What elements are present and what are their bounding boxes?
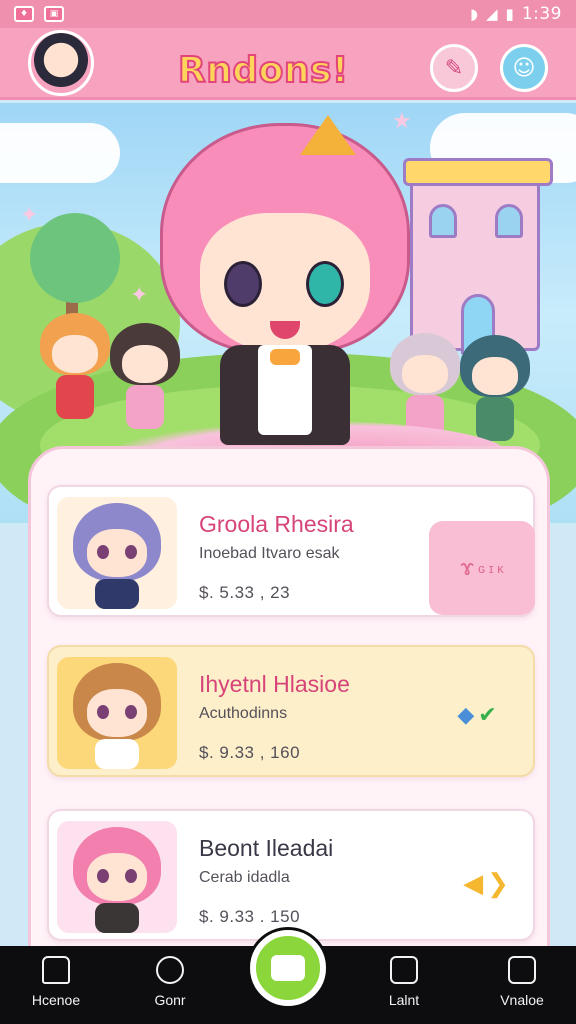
profile-avatar[interactable] — [28, 30, 94, 96]
battery-icon: ▮ — [505, 5, 514, 23]
menu-button[interactable]: ☺ — [500, 44, 548, 92]
nav-label: Hcenoe — [31, 992, 81, 1008]
character-price: $. 9.33 . 150 — [199, 907, 301, 926]
house-window — [429, 204, 457, 238]
character-card[interactable]: Ihyetnl Hlasioe Acuthodinns $. 9.33 , 16… — [47, 645, 535, 777]
nav-label: Lalnt — [388, 992, 420, 1008]
character-subtitle: Inoebad Itvaro esak — [199, 545, 340, 562]
edit-button[interactable]: ✎ — [430, 44, 478, 92]
house-roof — [403, 158, 553, 186]
character-name: Ihyetnl Hlasioe — [199, 671, 350, 697]
character-list-panel: Groola Rhesira Inoebad Itvaro esak $. 5.… — [28, 446, 550, 966]
character-thumbnail — [57, 821, 177, 933]
cards-icon — [390, 956, 418, 984]
character-thumbnail — [57, 657, 177, 769]
character-card[interactable]: Groola Rhesira Inoebad Itvaro esak $. 5.… — [47, 485, 535, 617]
card-action-button[interactable]: ◆ ✔ — [447, 697, 507, 733]
nav-item-cards[interactable]: Lalnt — [354, 956, 454, 1008]
star-icon: ✦ — [20, 203, 39, 228]
card-action-label: ɢ ɪ ᴋ — [477, 560, 504, 576]
star-icon: ✦ — [130, 283, 149, 308]
check-icon: ✔ — [478, 702, 497, 727]
bag-icon — [508, 956, 536, 984]
card-icon — [271, 955, 305, 981]
app-header: Rndons! ✎ ☺ — [0, 28, 576, 100]
nav-label: Gonr — [154, 992, 186, 1008]
character-name: Groola Rhesira — [199, 511, 354, 537]
character-name: Beont Ileadai — [199, 835, 334, 861]
character-thumbnail — [57, 497, 177, 609]
nav-item-shop[interactable]: Vnaloe — [472, 956, 572, 1008]
notification-icon: ♦ — [14, 6, 34, 22]
card-action-button[interactable]: ◀ ❯ — [453, 865, 519, 901]
signal-icon: ◢ — [486, 5, 498, 23]
house-window — [495, 204, 523, 238]
chibi-character — [40, 313, 110, 423]
nav-item-time[interactable]: Gonr — [120, 956, 220, 1008]
edit-icon: ✎ — [444, 55, 464, 81]
character-card[interactable]: Beont Ileadai Cerab idadla $. 9.33 . 150… — [47, 809, 535, 941]
character-subtitle: Cerab idadla — [199, 869, 290, 886]
status-bar: ♦ ▣ ◗ ◢ ▮ 1:39 — [0, 0, 576, 28]
character-subtitle: Acuthodinns — [199, 705, 288, 722]
chevron-right-icon: ❯ — [487, 867, 509, 898]
hero-character — [150, 113, 420, 463]
nav-label: Vnaloe — [500, 992, 544, 1008]
menu-icon: ☺ — [512, 55, 536, 81]
tree — [30, 213, 120, 303]
cloud — [0, 123, 120, 183]
nav-item-home[interactable]: Hcenoe — [6, 956, 106, 1008]
hat — [300, 115, 356, 155]
clock-icon — [156, 956, 184, 984]
arrow-icon: ◀ — [463, 867, 484, 898]
character-price: $. 9.33 , 160 — [199, 743, 301, 762]
fish-icon: ◆ — [457, 702, 475, 727]
bubble-icon: ɤ — [460, 555, 474, 580]
character-price: $. 5.33 , 23 — [199, 583, 291, 602]
house — [403, 158, 553, 354]
center-action-button[interactable] — [250, 930, 326, 1006]
app-title: Rndons! — [177, 49, 349, 92]
card-action-button[interactable]: ɤ ɢ ɪ ᴋ — [429, 521, 535, 615]
wifi-icon: ◗ — [470, 5, 478, 23]
chibi-character — [460, 335, 530, 445]
status-time: 1:39 — [521, 4, 562, 24]
image-icon: ▣ — [44, 6, 64, 22]
home-icon — [42, 956, 70, 984]
